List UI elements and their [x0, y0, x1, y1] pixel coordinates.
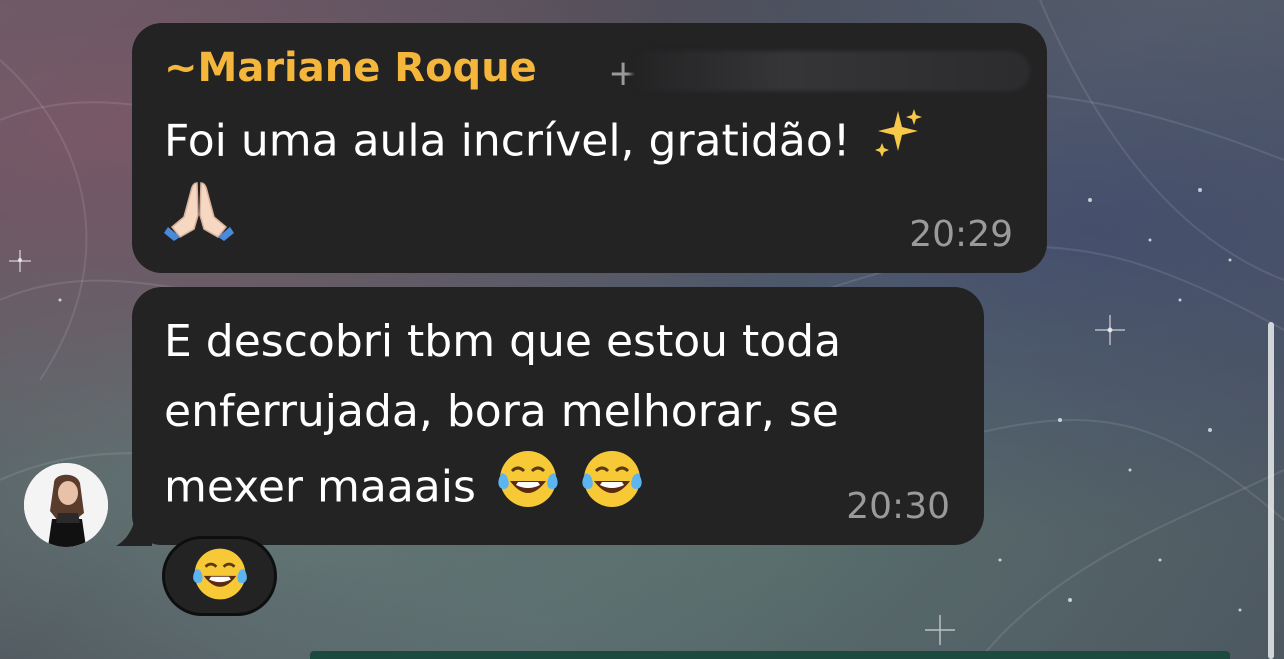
- folded-hands-icon: [164, 177, 234, 262]
- message-text-line: mexer maaais: [164, 447, 644, 532]
- next-message-edge: [310, 651, 1230, 659]
- message-timestamp: 20:30: [846, 486, 950, 527]
- sender-name[interactable]: ~Mariane Roque: [164, 45, 537, 91]
- message-text-line: Foi uma aula incrível, gratidão!: [164, 105, 926, 182]
- message-text-line: [164, 177, 234, 262]
- tears-of-joy-icon: [580, 447, 644, 532]
- avatar[interactable]: [24, 463, 108, 547]
- message-text: Foi uma aula incrível, gratidão!: [164, 115, 851, 167]
- message-text-line: E descobri tbm que estou toda: [164, 316, 842, 367]
- message-reaction[interactable]: [162, 536, 277, 616]
- message-text-line: enferrujada, bora melhorar, se: [164, 386, 839, 437]
- bubble-tail: [116, 512, 152, 546]
- message-bubble[interactable]: E descobri tbm que estou toda enferrujad…: [132, 287, 984, 545]
- message-bubble[interactable]: ~Mariane Roque + Foi uma aula incrível, …: [132, 23, 1047, 273]
- tears-of-joy-icon: [496, 447, 560, 532]
- scrollbar-thumb[interactable]: [1268, 322, 1274, 659]
- sparkles-icon: [870, 105, 926, 182]
- message-timestamp: 20:29: [909, 214, 1013, 255]
- message-text: mexer maaais: [164, 461, 476, 513]
- phone-redaction: [630, 51, 1030, 91]
- tears-of-joy-icon: [191, 545, 249, 607]
